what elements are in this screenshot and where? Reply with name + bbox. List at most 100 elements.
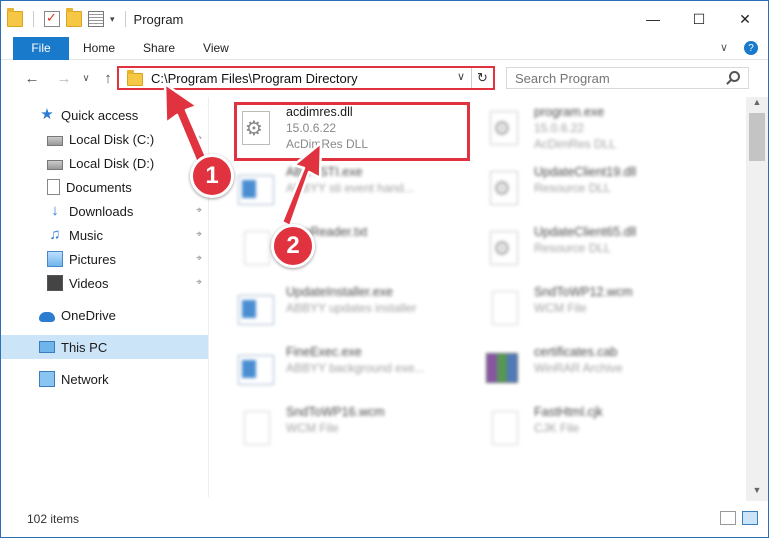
sidebar-item-label: OneDrive xyxy=(61,307,116,323)
sidebar-item-label: Local Disk (C:) xyxy=(69,131,155,147)
file-name: certificates.cab xyxy=(534,345,618,359)
pin-icon[interactable]: ⌖ xyxy=(196,277,202,288)
scroll-up-icon[interactable]: ▲ xyxy=(746,97,768,113)
address-path[interactable]: C:\Program Files\Program Directory xyxy=(151,71,358,86)
sidebar-item-documents[interactable]: Documents ⌖ xyxy=(1,175,208,199)
vertical-scrollbar[interactable]: ▲ ▼ xyxy=(746,97,768,501)
file-item[interactable]: program.exe 15.0.6.22 AcDimRes DLL xyxy=(486,105,726,161)
exe-icon xyxy=(238,289,278,337)
ribbon-tabs: File Home Share View ∨ ? xyxy=(1,36,768,60)
drive-icon xyxy=(47,160,63,170)
up-arrow-icon[interactable]: ↑ xyxy=(97,70,119,87)
address-bar[interactable]: C:\Program Files\Program Directory ∨ ↻ xyxy=(117,66,495,90)
file-item[interactable]: FineExec.exe ABBYY background exe... xyxy=(238,345,478,401)
status-bar: 102 items xyxy=(1,501,768,537)
address-dropdown-icon[interactable]: ∨ xyxy=(457,70,465,83)
file-item[interactable]: FastHtml.cjk CJK File xyxy=(486,405,726,461)
onedrive-icon xyxy=(39,312,55,322)
file-type: Resource DLL xyxy=(534,181,611,195)
search-box[interactable] xyxy=(506,67,749,89)
maximize-button[interactable]: ☐ xyxy=(676,1,722,37)
star-icon: ★ xyxy=(40,106,54,123)
sidebar-item-quick-access[interactable]: ★ Quick access xyxy=(1,103,208,127)
navigation-bar: ← → ∨ ↑ C:\Program Files\Program Directo… xyxy=(1,62,768,94)
file-item[interactable]: SndToWP12.wcm WCM File xyxy=(486,285,726,341)
tab-view[interactable]: View xyxy=(189,37,243,60)
this-pc-icon xyxy=(39,341,55,353)
videos-icon xyxy=(47,275,63,291)
file-type: ABBYY updates installer xyxy=(286,301,417,315)
file-item[interactable]: UpdateInstaller.exe ABBYY updates instal… xyxy=(238,285,478,341)
customize-toolbar-icon[interactable] xyxy=(88,11,104,27)
sidebar-item-this-pc[interactable]: This PC xyxy=(1,335,208,359)
minimize-button[interactable]: — xyxy=(630,1,676,37)
file-item[interactable]: certificates.cab WinRAR Archive xyxy=(486,345,726,401)
scroll-down-icon[interactable]: ▼ xyxy=(746,485,768,501)
back-arrow-icon[interactable]: ← xyxy=(21,70,43,87)
network-icon xyxy=(39,371,55,387)
file-name: UpdateInstaller.exe xyxy=(286,285,394,299)
pin-icon[interactable]: ⌖ xyxy=(196,205,202,216)
file-name: SndToWP16.wcm xyxy=(286,405,385,419)
sidebar-item-label: This PC xyxy=(61,339,108,355)
properties-check-icon[interactable] xyxy=(44,10,60,27)
pin-icon[interactable]: ⌖ xyxy=(196,229,202,240)
exe-icon xyxy=(238,349,278,397)
recent-locations-icon[interactable]: ∨ xyxy=(75,73,97,84)
refresh-icon[interactable]: ↻ xyxy=(471,68,493,88)
search-input[interactable] xyxy=(515,70,715,86)
file-icon xyxy=(486,409,526,457)
pictures-icon xyxy=(47,251,63,267)
sidebar-item-network[interactable]: Network xyxy=(1,367,208,391)
sidebar-item-videos[interactable]: Videos ⌖ xyxy=(1,271,208,295)
quick-access-toolbar: ▾ xyxy=(1,8,130,27)
tiles-view-icon[interactable] xyxy=(742,511,758,525)
tab-home[interactable]: Home xyxy=(69,37,129,60)
file-type: CJK File xyxy=(534,421,580,435)
sidebar-item-pictures[interactable]: Pictures ⌖ xyxy=(1,247,208,271)
pin-icon[interactable]: ⌖ xyxy=(196,253,202,264)
view-switcher xyxy=(720,511,758,525)
sidebar-item-label: Downloads xyxy=(69,203,134,219)
expand-ribbon-icon[interactable]: ∨ xyxy=(720,41,728,55)
tab-file[interactable]: File xyxy=(13,36,69,60)
tab-share[interactable]: Share xyxy=(129,37,189,60)
file-type: WinRAR Archive xyxy=(534,361,623,375)
window-controls: — ☐ ✕ xyxy=(630,1,768,37)
close-button[interactable]: ✕ xyxy=(722,1,768,37)
details-view-icon[interactable] xyxy=(720,511,736,525)
sidebar-item-label: Pictures xyxy=(69,251,116,267)
music-icon: ♫ xyxy=(49,226,61,243)
sidebar-item-music[interactable]: ♫ Music ⌖ xyxy=(1,223,208,247)
file-type: AcDimRes DLL xyxy=(534,137,617,151)
file-name: SndToWP12.wcm xyxy=(534,285,633,299)
file-icon xyxy=(238,409,278,457)
forward-arrow-icon[interactable]: → xyxy=(53,70,75,87)
sidebar-item-downloads[interactable]: ↓ Downloads ⌖ xyxy=(1,199,208,223)
program-exe-icon xyxy=(486,109,526,157)
file-name: program.exe xyxy=(534,105,605,119)
callout-badge-1: 1 xyxy=(190,154,234,198)
folder-icon xyxy=(7,8,23,27)
navigation-pane: ★ Quick access Local Disk (C:) ⌖ Local D… xyxy=(1,97,209,497)
scroll-thumb[interactable] xyxy=(749,113,765,161)
qat-dropdown-icon[interactable]: ▾ xyxy=(110,14,115,25)
file-item[interactable]: UpdateClient65.dll Resource DLL xyxy=(486,225,726,281)
file-item[interactable]: SndToWP16.wcm WCM File xyxy=(238,405,478,461)
window-title: Program xyxy=(133,11,184,27)
sidebar-item-local-disk-c[interactable]: Local Disk (C:) ⌖ xyxy=(1,127,208,151)
ribbon-right: ∨ ? xyxy=(720,41,758,55)
file-item[interactable]: ABBYSTI.exe ABBYY sti event hand... xyxy=(238,165,478,221)
drive-icon xyxy=(47,136,63,146)
title-bar: ▾ Program — ☐ ✕ xyxy=(1,1,768,37)
file-name: UpdateClient19.dll xyxy=(534,165,637,179)
search-icon[interactable] xyxy=(729,71,740,82)
file-name: FineExec.exe xyxy=(286,345,362,359)
help-icon[interactable]: ? xyxy=(744,41,758,55)
sidebar-item-onedrive[interactable]: OneDrive xyxy=(1,303,208,327)
sidebar-item-local-disk-d[interactable]: Local Disk (D:) ⌖ xyxy=(1,151,208,175)
file-item[interactable]: UpdateClient19.dll Resource DLL xyxy=(486,165,726,221)
new-folder-icon[interactable] xyxy=(66,8,82,27)
pin-icon[interactable]: ⌖ xyxy=(196,133,202,144)
file-type: WCM File xyxy=(286,421,339,435)
